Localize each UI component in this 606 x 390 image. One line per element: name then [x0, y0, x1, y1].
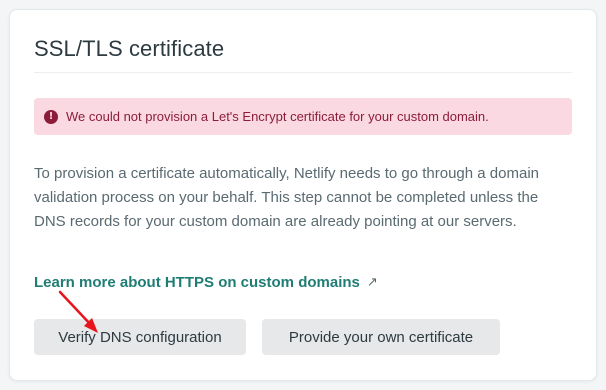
ssl-tls-certificate-card: SSL/TLS certificate ! We could not provi… — [9, 9, 597, 381]
learn-more-label: Learn more about HTTPS on custom domains — [34, 274, 360, 291]
exclamation-circle-icon: ! — [44, 109, 58, 124]
provision-description: To provision a certificate automatically… — [34, 165, 539, 230]
error-alert: ! We could not provision a Let's Encrypt… — [34, 98, 572, 135]
verify-dns-configuration-button[interactable]: Verify DNS configuration — [34, 319, 246, 355]
learn-more-https-link[interactable]: Learn more about HTTPS on custom domains… — [34, 274, 378, 291]
card-title: SSL/TLS certificate — [34, 36, 225, 61]
title-divider — [34, 72, 572, 73]
external-link-icon: ↗ — [366, 275, 378, 290]
alert-message: We could not provision a Let's Encrypt c… — [66, 109, 489, 124]
provide-own-certificate-button[interactable]: Provide your own certificate — [262, 319, 500, 355]
